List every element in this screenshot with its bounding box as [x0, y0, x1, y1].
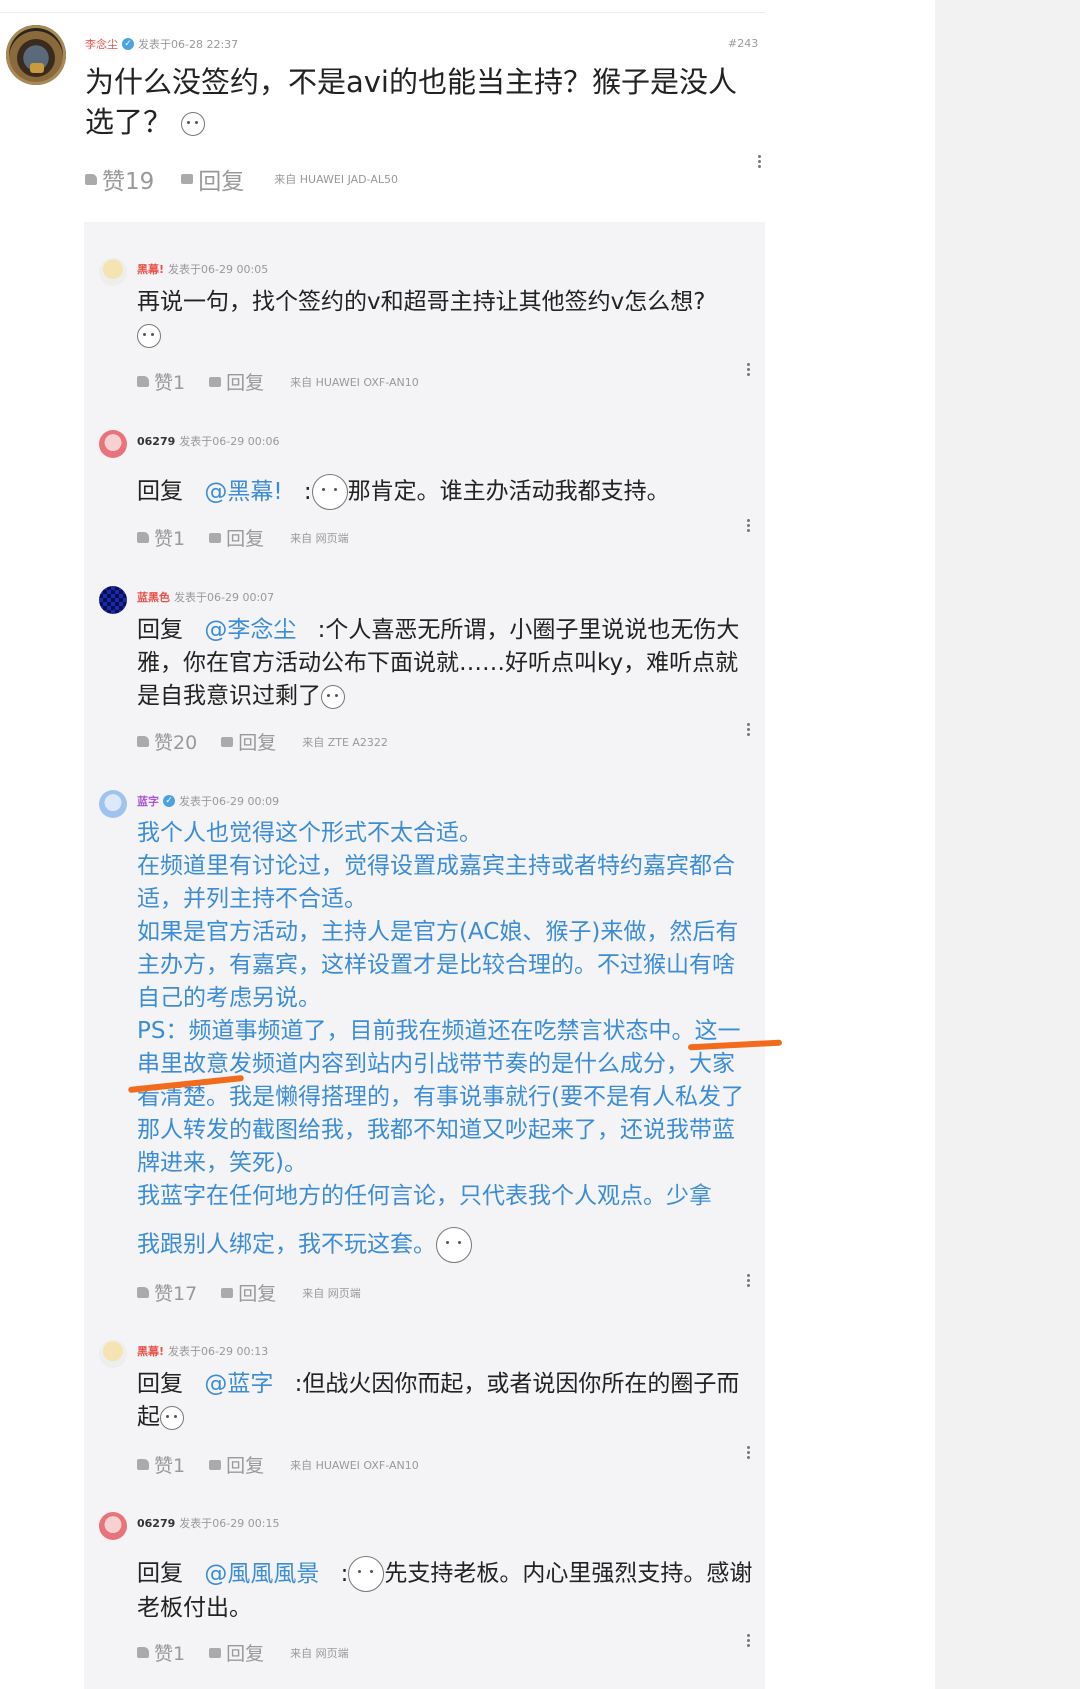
reply-actions: 赞20 回复 来自 ZTE A2322 — [137, 728, 388, 755]
reply-username[interactable]: 黑幕! — [137, 1343, 164, 1359]
reply-meta: 蓝黑色 发表于06-29 00:07 — [137, 589, 275, 605]
main-post-meta: 李念尘 ✓ 发表于06-28 22:37 — [85, 36, 238, 52]
reply-avatar[interactable] — [99, 1512, 127, 1540]
comment-icon — [221, 736, 234, 747]
reply-button[interactable]: 回复 — [209, 1451, 264, 1478]
comment-icon — [209, 1647, 222, 1658]
reply-username[interactable]: 蓝字 — [137, 793, 159, 809]
comment-icon — [221, 1287, 234, 1298]
like-button[interactable]: 赞1 — [137, 368, 185, 395]
reply-avatar[interactable] — [99, 790, 127, 818]
like-button[interactable]: 赞20 — [137, 728, 197, 755]
comment-icon — [209, 376, 222, 387]
reply-username[interactable]: 06279 — [137, 435, 175, 448]
reply-button[interactable]: 回复 — [181, 162, 244, 196]
sticker-emoji-icon — [348, 1556, 385, 1592]
reply-button[interactable]: 回复 — [221, 1279, 276, 1306]
main-post-username[interactable]: 李念尘 — [85, 36, 118, 52]
reply-actions: 赞1 回复 来自 网页端 — [137, 524, 349, 551]
reply-actions: 赞17 回复 来自 网页端 — [137, 1279, 361, 1306]
reply-actions: 赞1 回复 来自 网页端 — [137, 1639, 349, 1666]
reply-button[interactable]: 回复 — [209, 368, 264, 395]
floor-number: #243 — [728, 37, 759, 50]
reply-avatar[interactable] — [99, 430, 127, 458]
thumbs-up-icon — [85, 173, 97, 185]
reply-avatar[interactable] — [99, 258, 127, 286]
sticker-emoji-icon — [160, 1405, 184, 1430]
reply-content: 回复 @蓝字 :但战火因你而起，或者说因你所在的圈子而起 — [137, 1371, 740, 1430]
like-button[interactable]: 赞1 — [137, 524, 185, 551]
comment-icon — [209, 1459, 222, 1470]
sticker-emoji-icon — [321, 684, 345, 709]
reply-content: 回复 @李念尘 :个人喜恶无所谓，小圈子里说说也无伤大雅，你在官方活动公布下面说… — [137, 617, 740, 709]
thumbs-up-icon — [137, 1287, 149, 1298]
sticker-emoji-icon — [436, 1227, 472, 1263]
thumbs-up-icon — [137, 532, 149, 543]
reply-content: 回复 @風風風景 : 先支持老板。内心里强烈支持。感谢老板付出。 — [137, 1556, 757, 1625]
like-button[interactable]: 赞17 — [137, 1279, 197, 1306]
reply-username[interactable]: 黑幕! — [137, 261, 164, 277]
verified-icon: ✓ — [163, 795, 175, 807]
reply-button[interactable]: 回复 — [209, 524, 264, 551]
like-button[interactable]: 赞1 — [137, 1451, 185, 1478]
reply-content: 再说一句，找个签约的v和超哥主持让其他签约v怎么想? — [137, 286, 757, 352]
more-options-icon[interactable] — [747, 363, 751, 378]
reply-meta: 06279 发表于06-29 00:06 — [137, 434, 280, 449]
more-options-icon[interactable] — [747, 1446, 751, 1461]
mention-link[interactable]: @風風風景 — [204, 1561, 319, 1587]
more-options-icon[interactable] — [747, 1274, 751, 1289]
comment-icon — [209, 532, 222, 543]
main-post-time: 发表于06-28 22:37 — [138, 38, 239, 51]
thumbs-up-icon — [137, 1647, 149, 1658]
reply-content: 我个人也觉得这个形式不太合适。 在频道里有讨论过，觉得设置成嘉宾主持或者特约嘉宾… — [137, 817, 757, 1263]
reply-meta: 黑幕! 发表于06-29 00:13 — [137, 1343, 269, 1359]
comment-icon — [181, 174, 194, 184]
thumbs-up-icon — [137, 376, 149, 387]
reply-avatar[interactable] — [99, 1340, 127, 1368]
thumbs-up-icon — [137, 736, 149, 747]
top-divider — [0, 12, 765, 13]
reply-button[interactable]: 回复 — [221, 728, 276, 755]
reply-button[interactable]: 回复 — [209, 1639, 264, 1666]
main-post-actions: 赞19 回复 来自 HUAWEI JAD-AL50 — [85, 162, 398, 196]
right-side-panel — [935, 0, 1080, 1689]
like-button[interactable]: 赞19 — [85, 162, 154, 196]
main-post-content: 为什么没签约，不是avi的也能当主持？猴子是没人选了？ — [85, 65, 737, 139]
reply-actions: 赞1 回复 来自 HUAWEI OXF-AN10 — [137, 1451, 419, 1478]
reply-actions: 赞1 回复 来自 HUAWEI OXF-AN10 — [137, 368, 419, 395]
mention-link[interactable]: @黑幕! — [204, 479, 282, 505]
like-button[interactable]: 赞1 — [137, 1639, 185, 1666]
sticker-emoji-icon — [181, 112, 206, 136]
main-post-avatar[interactable] — [6, 25, 66, 85]
sticker-emoji-icon — [311, 474, 348, 510]
mention-link[interactable]: @蓝字 — [204, 1371, 273, 1397]
sticker-emoji-icon — [137, 323, 161, 348]
reply-meta: 06279 发表于06-29 00:15 — [137, 1516, 280, 1531]
reply-meta: 黑幕! 发表于06-29 00:05 — [137, 261, 269, 277]
more-options-icon[interactable] — [747, 1634, 751, 1649]
verified-icon: ✓ — [122, 38, 134, 50]
reply-avatar[interactable] — [99, 586, 127, 614]
thumbs-up-icon — [137, 1459, 149, 1470]
more-options-icon[interactable] — [747, 519, 751, 534]
more-options-icon[interactable] — [758, 155, 762, 170]
mention-link[interactable]: @李念尘 — [204, 617, 296, 643]
reply-meta: 蓝字 ✓ 发表于06-29 00:09 — [137, 793, 280, 809]
main-post-source: 来自 HUAWEI JAD-AL50 — [274, 173, 399, 186]
reply-username[interactable]: 蓝黑色 — [137, 589, 170, 605]
reply-content: 回复 @黑幕! : 那肯定。谁主办活动我都支持。 — [137, 474, 757, 510]
more-options-icon[interactable] — [747, 723, 751, 738]
reply-username[interactable]: 06279 — [137, 1517, 175, 1530]
